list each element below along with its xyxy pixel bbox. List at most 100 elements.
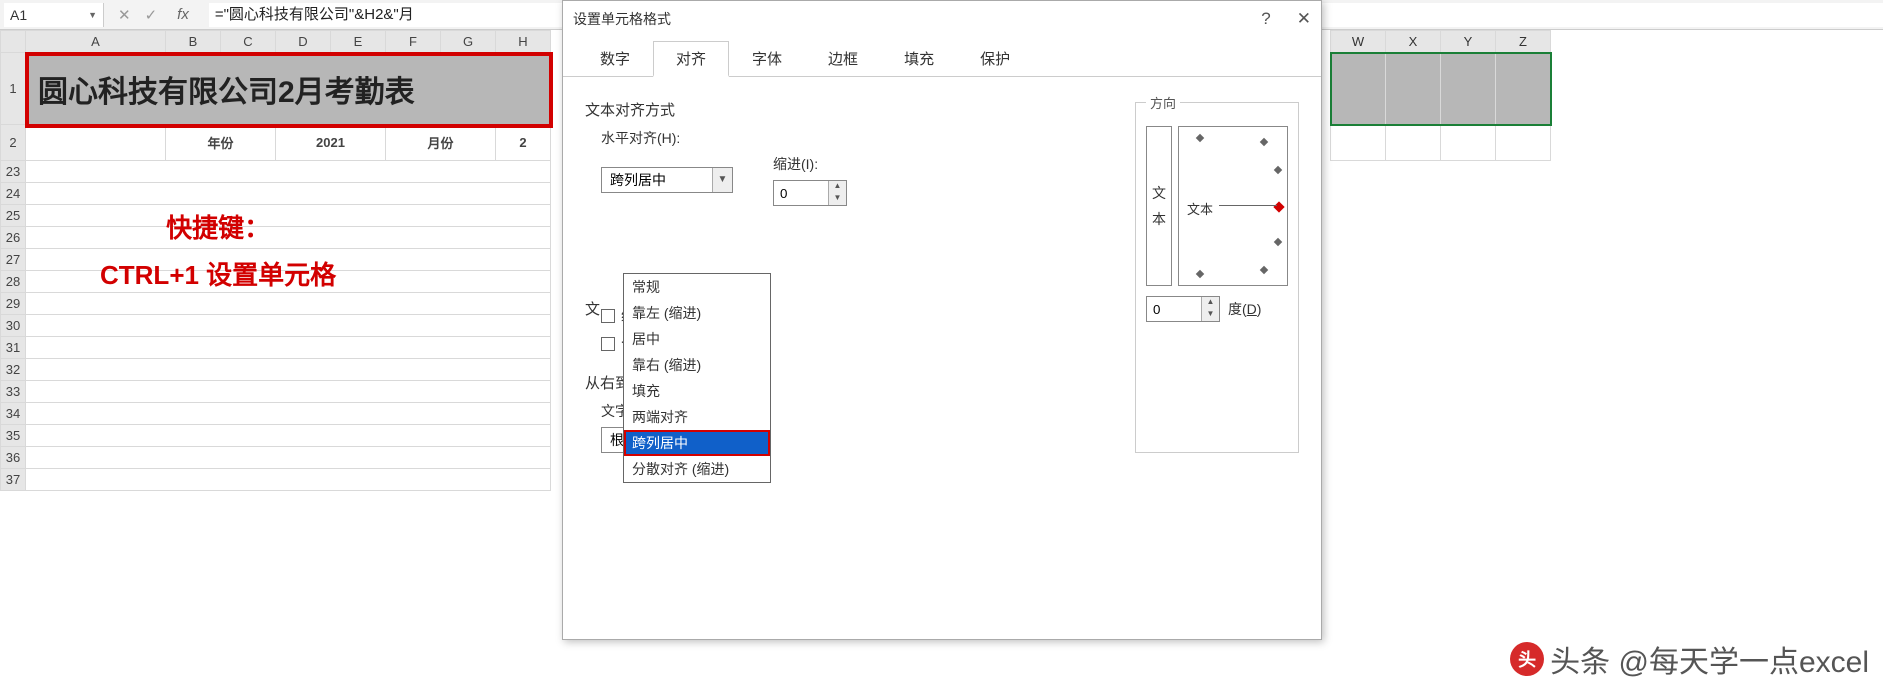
- cell[interactable]: [26, 337, 551, 359]
- horizontal-align-dropdown[interactable]: 常规 靠左 (缩进) 居中 靠右 (缩进) 填充 两端对齐 跨列居中 分散对齐 …: [623, 273, 771, 483]
- tab-alignment[interactable]: 对齐: [653, 41, 729, 77]
- option-general[interactable]: 常规: [624, 274, 770, 300]
- horizontal-align-combo[interactable]: ▼: [601, 167, 733, 193]
- checkbox-icon: [601, 337, 615, 351]
- confirm-icon[interactable]: ✓: [145, 6, 158, 24]
- row-header[interactable]: 23: [1, 161, 26, 183]
- row-header[interactable]: 33: [1, 381, 26, 403]
- spin-up-icon[interactable]: ▲: [1202, 297, 1219, 309]
- row-header[interactable]: 30: [1, 315, 26, 337]
- option-left-indent[interactable]: 靠左 (缩进): [624, 300, 770, 326]
- orientation-dial[interactable]: 文本: [1178, 126, 1288, 286]
- option-justify[interactable]: 两端对齐: [624, 404, 770, 430]
- cell[interactable]: [26, 161, 551, 183]
- cell[interactable]: [26, 425, 551, 447]
- row-header[interactable]: 24: [1, 183, 26, 205]
- tab-border[interactable]: 边框: [805, 41, 881, 76]
- tab-fill[interactable]: 填充: [881, 41, 957, 76]
- col-header[interactable]: X: [1386, 31, 1441, 53]
- row-header[interactable]: 37: [1, 469, 26, 491]
- cell[interactable]: [26, 125, 166, 161]
- col-header[interactable]: B: [166, 31, 221, 53]
- cell-month-label[interactable]: 月份: [386, 125, 496, 161]
- text-alignment-section: 文本对齐方式: [585, 99, 1095, 120]
- cell-year-label[interactable]: 年份: [166, 125, 276, 161]
- col-header[interactable]: H: [496, 31, 551, 53]
- row-header[interactable]: 28: [1, 271, 26, 293]
- cell[interactable]: [26, 359, 551, 381]
- col-header[interactable]: D: [276, 31, 331, 53]
- degree-spinner[interactable]: ▲▼: [1146, 296, 1220, 322]
- cell[interactable]: [26, 403, 551, 425]
- cell[interactable]: [26, 469, 551, 491]
- option-distributed[interactable]: 分散对齐 (缩进): [624, 456, 770, 482]
- horizontal-align-value[interactable]: [602, 170, 712, 190]
- close-icon[interactable]: ✕: [1297, 9, 1311, 29]
- tab-font[interactable]: 字体: [729, 41, 805, 76]
- tab-protection[interactable]: 保护: [957, 41, 1033, 76]
- degree-label: 度(D): [1228, 299, 1261, 319]
- horizontal-align-label: 水平对齐(H):: [601, 128, 1095, 148]
- option-center-across[interactable]: 跨列居中: [624, 430, 770, 456]
- spin-down-icon[interactable]: ▼: [829, 193, 846, 205]
- chevron-down-icon[interactable]: ▼: [88, 10, 97, 20]
- cell-month-value[interactable]: 2: [496, 125, 551, 161]
- dialog-titlebar: 设置单元格格式 ? ✕: [563, 1, 1321, 35]
- checkbox-icon: [601, 309, 615, 323]
- merged-title-cell[interactable]: 圆心科技有限公司2月考勤表: [26, 53, 551, 125]
- col-header[interactable]: Y: [1441, 31, 1496, 53]
- col-header[interactable]: C: [221, 31, 276, 53]
- dialog-title: 设置单元格格式: [573, 9, 671, 29]
- indent-value[interactable]: [774, 181, 828, 205]
- col-header[interactable]: Z: [1496, 31, 1551, 53]
- col-header[interactable]: W: [1331, 31, 1386, 53]
- column-headers: A B C D E F G H: [1, 31, 551, 53]
- spin-up-icon[interactable]: ▲: [829, 181, 846, 193]
- annotation-line1: 快捷键：: [100, 205, 336, 252]
- cell[interactable]: [26, 183, 551, 205]
- cell-year-value[interactable]: 2021: [276, 125, 386, 161]
- vertical-text-button[interactable]: 文 本: [1146, 126, 1172, 286]
- option-center[interactable]: 居中: [624, 326, 770, 352]
- orientation-handle[interactable]: [1273, 201, 1284, 212]
- col-header[interactable]: E: [331, 31, 386, 53]
- row-header[interactable]: 2: [1, 125, 26, 161]
- indent-spinner[interactable]: ▲▼: [773, 180, 847, 206]
- format-cells-dialog: 设置单元格格式 ? ✕ 数字 对齐 字体 边框 填充 保护 文本对齐方式 水平对…: [562, 0, 1322, 640]
- row-header[interactable]: 27: [1, 249, 26, 271]
- cancel-icon[interactable]: ✕: [118, 6, 131, 24]
- select-all-corner[interactable]: [1, 31, 26, 53]
- spreadsheet-grid[interactable]: A B C D E F G H 1 圆心科技有限公司2月考勤表 2 年份 202…: [0, 30, 551, 491]
- row-2: 2 年份 2021 月份 2: [1, 125, 551, 161]
- degree-value[interactable]: [1147, 297, 1201, 321]
- tab-number[interactable]: 数字: [577, 41, 653, 76]
- row-header[interactable]: 34: [1, 403, 26, 425]
- col-header[interactable]: F: [386, 31, 441, 53]
- row-header[interactable]: 29: [1, 293, 26, 315]
- option-right-indent[interactable]: 靠右 (缩进): [624, 352, 770, 378]
- chevron-down-icon[interactable]: ▼: [712, 168, 732, 192]
- row-header[interactable]: 32: [1, 359, 26, 381]
- row-header[interactable]: 1: [1, 53, 26, 125]
- orientation-text-label: 文本: [1187, 199, 1213, 218]
- row-header[interactable]: 26: [1, 227, 26, 249]
- cell[interactable]: [26, 447, 551, 469]
- name-box[interactable]: A1 ▼: [4, 3, 104, 27]
- cell[interactable]: [26, 381, 551, 403]
- spin-down-icon[interactable]: ▼: [1202, 309, 1219, 321]
- watermark-text: 头条 @每天学一点excel: [1550, 637, 1869, 681]
- orientation-label: 方向: [1146, 93, 1180, 112]
- help-icon[interactable]: ?: [1261, 9, 1270, 29]
- row-header[interactable]: 35: [1, 425, 26, 447]
- col-header[interactable]: A: [26, 31, 166, 53]
- watermark-badge-icon: 头: [1510, 642, 1544, 676]
- row-header[interactable]: 36: [1, 447, 26, 469]
- row-header[interactable]: 25: [1, 205, 26, 227]
- right-grid-fragment: W X Y Z: [1330, 30, 1551, 161]
- cell[interactable]: [26, 315, 551, 337]
- fx-icon[interactable]: fx: [171, 6, 195, 24]
- col-header[interactable]: G: [441, 31, 496, 53]
- partial-label: 文: [585, 298, 600, 319]
- row-header[interactable]: 31: [1, 337, 26, 359]
- option-fill[interactable]: 填充: [624, 378, 770, 404]
